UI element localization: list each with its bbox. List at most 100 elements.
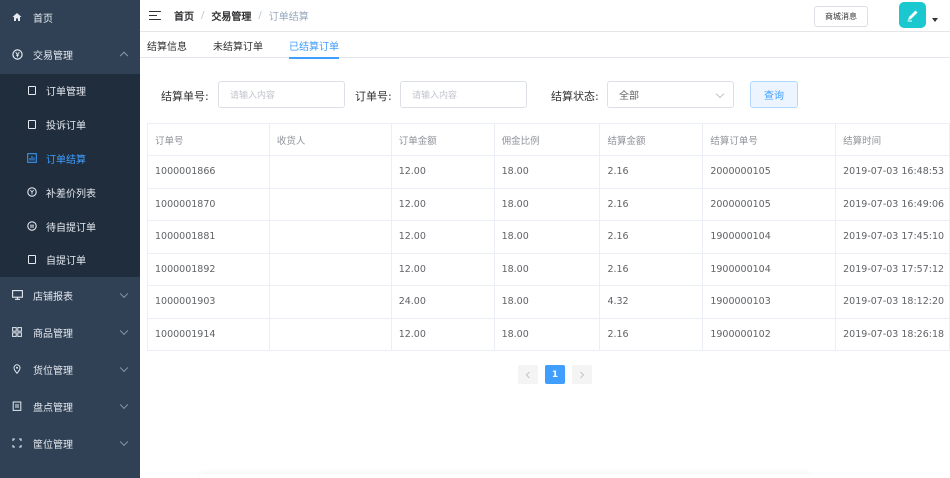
tab-bar: 结算信息 未结算订单 已结算订单 [140,32,950,59]
chevron-down-icon [715,89,725,99]
sidebar-item-label: 商品管理 [33,328,73,340]
col-settle-time-cell: 2019-07-03 18:26:18 [836,318,950,350]
tab-settled-orders[interactable]: 已结算订单 [289,32,339,59]
breadcrumb-item[interactable]: 首页 [174,8,194,23]
col-settle-order-no-cell: 2000000105 [703,188,837,220]
col-receiver-cell [270,156,392,188]
sidebar-item-label: 投诉订单 [46,121,86,133]
file-edit-icon [26,119,38,131]
col-receiver-cell [270,221,392,253]
sidebar-item-store-report[interactable]: 店铺报表 [0,277,140,314]
sidebar-item-order-settlement[interactable]: 订单结算 [0,142,140,176]
sidebar: 首页 交易管理 订单管理 投诉订单 订单结算 补差价列表 待自提订单 自提订单 … [0,0,140,478]
sidebar-item-label: 补差价列表 [46,188,96,200]
col-order-amount-header: 订单金额 [392,124,495,155]
col-order-no-cell: 1000001881 [148,221,270,253]
col-settle-time-cell: 2019-07-03 17:57:12 [836,253,950,285]
caret-down-icon[interactable] [932,18,938,22]
chevron-down-icon [119,437,129,447]
sidebar-item-goods[interactable]: 商品管理 [0,314,140,351]
col-commission-rate-cell: 18.00 [495,221,601,253]
sidebar-item-basket[interactable]: 筐位管理 [0,425,140,462]
col-settle-amount-cell: 2.16 [600,188,704,220]
col-order-no-cell: 1000001870 [148,188,270,220]
breadcrumb-item[interactable]: 交易管理 [211,8,251,23]
sidebar-item-pending-pickup[interactable]: 待自提订单 [0,209,140,243]
col-order-amount-cell: 12.00 [392,156,495,188]
table-row[interactable]: 1000001881 12.00 18.00 2.16 1900000104 2019-0… [148,221,950,254]
pagination-prev-button[interactable] [518,365,538,384]
col-settle-order-no-cell: 1900000103 [703,286,837,318]
col-settle-amount-cell: 2.16 [600,253,704,285]
col-order-amount-cell: 12.00 [392,253,495,285]
table-row[interactable]: 1000001870 12.00 18.00 2.16 2000000105 2019-0… [148,188,950,221]
col-order-no-cell: 1000001892 [148,253,270,285]
sidebar-item-label: 货位管理 [33,365,73,377]
clipboard-icon [11,400,23,412]
sidebar-item-home[interactable]: 首页 [0,0,140,34]
home-icon [11,11,23,23]
chevron-left-icon [525,371,530,378]
table-header-row: 订单号 收货人 订单金额 佣金比例 结算金额 结算订单号 结算时间 [148,124,950,156]
breadcrumb-separator: / [258,10,262,21]
chevron-down-icon [119,326,129,336]
sidebar-item-order-manage[interactable]: 订单管理 [0,74,140,108]
col-receiver-cell [270,253,392,285]
table-row[interactable]: 1000001914 12.00 18.00 2.16 1900000102 2019-0… [148,318,950,351]
monitor-icon [11,289,23,301]
menu-toggle-icon[interactable] [149,10,161,21]
order-no-label: 订单号: [355,90,392,103]
sidebar-item-label: 订单结算 [46,154,86,166]
query-button[interactable]: 查询 [750,81,798,108]
receipt-icon [26,254,38,266]
chevron-right-icon [580,371,585,378]
pen-icon [907,10,918,21]
pagination-page-current[interactable]: 1 [545,365,565,384]
sidebar-item-label: 首页 [33,13,53,25]
col-receiver-cell [270,286,392,318]
order-no-input[interactable]: 请输入内容 [400,81,527,108]
top-bar: 首页 / 交易管理 / 订单结算 商城消息 [140,0,950,32]
col-settle-order-no-cell: 1900000104 [703,221,837,253]
col-settle-order-no-cell: 1900000104 [703,253,837,285]
col-commission-rate-cell: 18.00 [495,188,601,220]
frame-icon [11,437,23,449]
clock-icon [26,220,38,232]
sidebar-item-location[interactable]: 货位管理 [0,351,140,388]
col-commission-rate-cell: 18.00 [495,318,601,350]
table-row[interactable]: 1000001892 12.00 18.00 2.16 1900000104 2019-0… [148,253,950,286]
col-settle-order-no-cell: 1900000102 [703,318,837,350]
status-select[interactable]: 全部 [607,81,734,108]
col-commission-rate-header: 佣金比例 [495,124,601,155]
sidebar-item-inventory[interactable]: 盘点管理 [0,388,140,425]
table-row[interactable]: 1000001903 24.00 18.00 4.32 1900000103 2019-0… [148,286,950,319]
breadcrumb-item-current: 订单结算 [268,12,309,23]
breadcrumb: 首页 / 交易管理 / 订单结算 [174,8,309,23]
tab-settlement-info[interactable]: 结算信息 [147,32,187,58]
col-settle-amount-cell: 2.16 [600,156,704,188]
sidebar-item-complaint-order[interactable]: 投诉订单 [0,108,140,142]
tab-unsettled-orders[interactable]: 未结算订单 [213,32,263,58]
mall-message-button[interactable]: 商城消息 [814,6,868,27]
settle-no-label: 结算单号: [161,90,209,103]
sidebar-item-trade[interactable]: 交易管理 [0,34,140,74]
chevron-up-icon [119,51,129,61]
col-commission-rate-cell: 18.00 [495,253,601,285]
col-receiver-cell [270,188,392,220]
location-icon [11,363,23,375]
sidebar-item-label: 自提订单 [46,256,86,268]
col-settle-time-cell: 2019-07-03 18:12:20 [836,286,950,318]
table-row[interactable]: 1000001866 12.00 18.00 2.16 2000000105 2019-0… [148,156,950,189]
col-receiver-cell [270,318,392,350]
sidebar-item-label: 订单管理 [46,87,86,99]
col-settle-order-no-header: 结算订单号 [703,124,837,155]
col-settle-time-cell: 2019-07-03 16:48:53 [836,156,950,188]
col-settle-time-cell: 2019-07-03 16:49:06 [836,188,950,220]
avatar[interactable] [899,2,926,28]
sidebar-item-self-pickup[interactable]: 自提订单 [0,243,140,277]
settle-no-input[interactable]: 请输入内容 [218,81,345,108]
document-icon [26,85,38,97]
pagination-next-button[interactable] [572,365,592,384]
bottom-shadow [200,474,810,478]
sidebar-item-price-diff[interactable]: 补差价列表 [0,175,140,209]
